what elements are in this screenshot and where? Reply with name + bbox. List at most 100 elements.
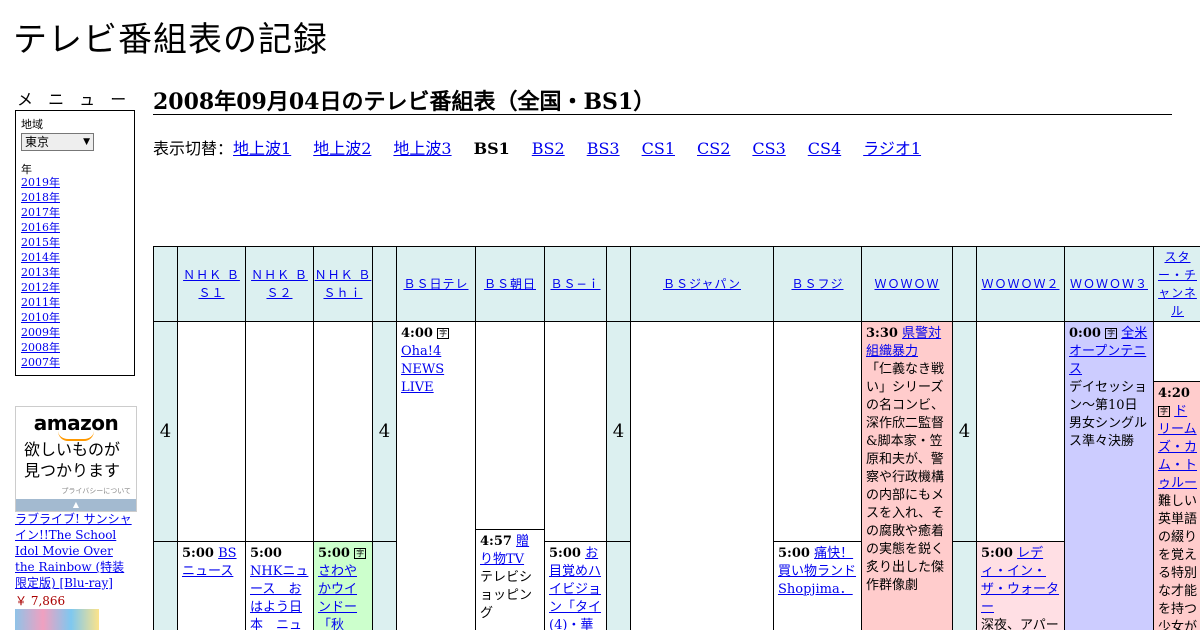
- menu-box: 地域 東京 ▼ 年 2019年 2018年 2017年 2016年 2015年 …: [15, 110, 135, 376]
- year-link[interactable]: 2012年: [21, 281, 60, 294]
- program-time: 0:00: [1069, 326, 1101, 341]
- channel-link[interactable]: ＮＨＫ ＢＳ１: [178, 266, 245, 302]
- switcher-link-terrestrial2[interactable]: 地上波2: [313, 139, 371, 158]
- menu-label: メ ニ ュ ー: [17, 90, 132, 109]
- program-cell: 5:00 字 さわやかウインドー「秋: [313, 541, 373, 630]
- channel-header: ＮＨＫ ＢＳｈｉ: [313, 246, 373, 322]
- hour-header: [606, 246, 631, 322]
- program-time: 5:00: [981, 546, 1013, 561]
- channel-link[interactable]: スター・チャンネル: [1157, 248, 1198, 320]
- empty-slot: [544, 321, 607, 542]
- ad-message-line1: 欲しいものが: [24, 440, 121, 459]
- empty-slot: [630, 321, 774, 630]
- program-cell: 4:20 字 ドリームズ・カム・トゥルー 難しい英単語の綴りを覚える特別な才能を…: [1153, 381, 1200, 630]
- empty-slot: [475, 321, 545, 530]
- channel-link[interactable]: ＮＨＫ ＢＳ２: [246, 266, 313, 302]
- channel-link[interactable]: ＷＯＷＯＷ２: [981, 275, 1059, 293]
- program-description: 深夜、アパートのプールに: [981, 618, 1059, 630]
- channel-link[interactable]: ＢＳ朝日: [484, 275, 536, 293]
- program-time: 4:57: [480, 534, 512, 549]
- year-link[interactable]: 2015年: [21, 236, 60, 249]
- empty-slot: [773, 321, 862, 542]
- hour-cell: 4: [952, 321, 977, 542]
- hour-cell: [606, 541, 631, 630]
- product-thumbnail[interactable]: [15, 609, 99, 630]
- switcher-link-cs2[interactable]: CS2: [697, 139, 730, 158]
- region-select[interactable]: 東京 ▼: [21, 133, 94, 151]
- region-value: 東京: [25, 135, 50, 149]
- program-title-link[interactable]: ドリームズ・カム・トゥルー: [1158, 404, 1197, 491]
- year-link[interactable]: 2008年: [21, 341, 60, 354]
- year-link[interactable]: 2018年: [21, 191, 60, 204]
- program-description: 難しい英単語の綴りを覚える特別な才能を持つ少女が: [1158, 494, 1198, 630]
- program-title-link[interactable]: NHKニュース おはよう日本 ニュース: [250, 564, 308, 630]
- page-title: 2008年09月04日のテレビ番組表（全国・BS1）: [153, 89, 656, 115]
- channel-header: ＢＳフジ: [773, 246, 862, 322]
- year-link[interactable]: 2007年: [21, 356, 60, 369]
- program-time: 3:30: [866, 326, 898, 341]
- switcher-link-cs1[interactable]: CS1: [642, 139, 675, 158]
- hour-header: [952, 246, 977, 322]
- switcher-current-bs1: BS1: [473, 139, 510, 158]
- program-time: 5:00: [549, 546, 581, 561]
- year-link[interactable]: 2009年: [21, 326, 60, 339]
- channel-link[interactable]: ＢＳ日テレ: [403, 275, 468, 293]
- channel-link[interactable]: ＢＳ−ｉ: [550, 275, 600, 293]
- program-time: 5:00: [182, 546, 214, 561]
- year-link[interactable]: 2010年: [21, 311, 60, 324]
- channel-link[interactable]: ＢＳフジ: [791, 275, 843, 293]
- ad-privacy-link[interactable]: プライバシーについて: [61, 486, 131, 496]
- switcher-link-radio1[interactable]: ラジオ1: [863, 139, 921, 158]
- hour-header: [372, 246, 397, 322]
- program-time: 4:20: [1158, 386, 1190, 401]
- program-time: 5:00: [250, 546, 282, 561]
- channel-header: ＢＳ朝日: [475, 246, 545, 322]
- year-link[interactable]: 2017年: [21, 206, 60, 219]
- year-link[interactable]: 2014年: [21, 251, 60, 264]
- hour-cell: 4: [606, 321, 631, 542]
- switcher-link-bs2[interactable]: BS2: [532, 139, 565, 158]
- channel-link[interactable]: ＷＯＷＯＷ: [874, 275, 939, 293]
- channel-header: ＷＯＷＯＷ３: [1064, 246, 1154, 322]
- amazon-ad[interactable]: amazon 欲しいものが 見つかります プライバシーについて ▲: [15, 406, 137, 512]
- ad-message-line2: 見つかります: [24, 461, 121, 480]
- subtitle-icon: 字: [1158, 406, 1170, 417]
- year-link[interactable]: 2019年: [21, 176, 60, 189]
- switcher-link-terrestrial3[interactable]: 地上波3: [393, 139, 451, 158]
- program-title-link[interactable]: Oha!4 NEWS LIVE: [401, 344, 444, 395]
- channel-link[interactable]: ＷＯＷＯＷ３: [1070, 275, 1148, 293]
- hour-cell: [153, 541, 178, 630]
- switcher-link-terrestrial1[interactable]: 地上波1: [233, 139, 291, 158]
- channel-header: ＮＨＫ ＢＳ２: [245, 246, 314, 322]
- program-cell: 5:00 レディ・イン・ザ・ウォーター 深夜、アパートのプールに: [976, 541, 1065, 630]
- program-cell: 5:00 NHKニュース おはよう日本 ニュース: [245, 541, 314, 630]
- program-grid: ＮＨＫ ＢＳ１ ＮＨＫ ＢＳ２ ＮＨＫ ＢＳｈｉ ＢＳ日テレ ＢＳ朝日 ＢＳ−ｉ…: [153, 246, 1200, 630]
- year-link[interactable]: 2011年: [21, 296, 60, 309]
- hour-cell: 4: [153, 321, 178, 542]
- switcher-link-bs3[interactable]: BS3: [587, 139, 620, 158]
- chevron-up-icon[interactable]: ▲: [16, 499, 136, 511]
- channel-link[interactable]: ＢＳジャパン: [663, 275, 741, 293]
- ad-message: 欲しいものが 見つかります: [24, 439, 120, 481]
- program-cell: 3:30 県警対組織暴力 「仁義なき戦い」シリーズの名コンビ、深作欣二監督&脚本…: [861, 321, 953, 630]
- product-link[interactable]: ラブライブ! サンシャイン!!The School Idol Movie Ove…: [15, 511, 135, 591]
- program-time: 4:00: [401, 326, 433, 341]
- empty-slot: [313, 321, 373, 542]
- channel-header: スター・チャンネル: [1153, 246, 1200, 322]
- program-cell: 0:00 字 全米オープンテニス デイセッション～第10日男女シングルス準々決勝: [1064, 321, 1154, 630]
- year-link[interactable]: 2016年: [21, 221, 60, 234]
- year-link[interactable]: 2013年: [21, 266, 60, 279]
- empty-slot: [177, 321, 246, 542]
- hour-cell: 4: [372, 321, 397, 542]
- program-title-link[interactable]: さわやかウインドー「秋: [318, 564, 357, 630]
- hour-cell: [952, 541, 977, 630]
- channel-header: ＢＳ−ｉ: [544, 246, 607, 322]
- empty-slot: [976, 321, 1065, 542]
- switcher-link-cs3[interactable]: CS3: [752, 139, 785, 158]
- switcher-link-cs4[interactable]: CS4: [808, 139, 841, 158]
- channel-link[interactable]: ＮＨＫ ＢＳｈｉ: [314, 266, 372, 302]
- site-title: テレビ番組表の記録: [13, 20, 328, 60]
- program-description: 「仁義なき戦い」シリーズの名コンビ、深作欣二監督&脚本家・笠原和夫が、警察や行政…: [866, 362, 945, 593]
- view-switcher: 表示切替：地上波1 地上波2 地上波3 BS1 BS2 BS3 CS1 CS2 CS3 CS4 ラジ…: [153, 135, 943, 159]
- subtitle-icon: 字: [437, 328, 450, 339]
